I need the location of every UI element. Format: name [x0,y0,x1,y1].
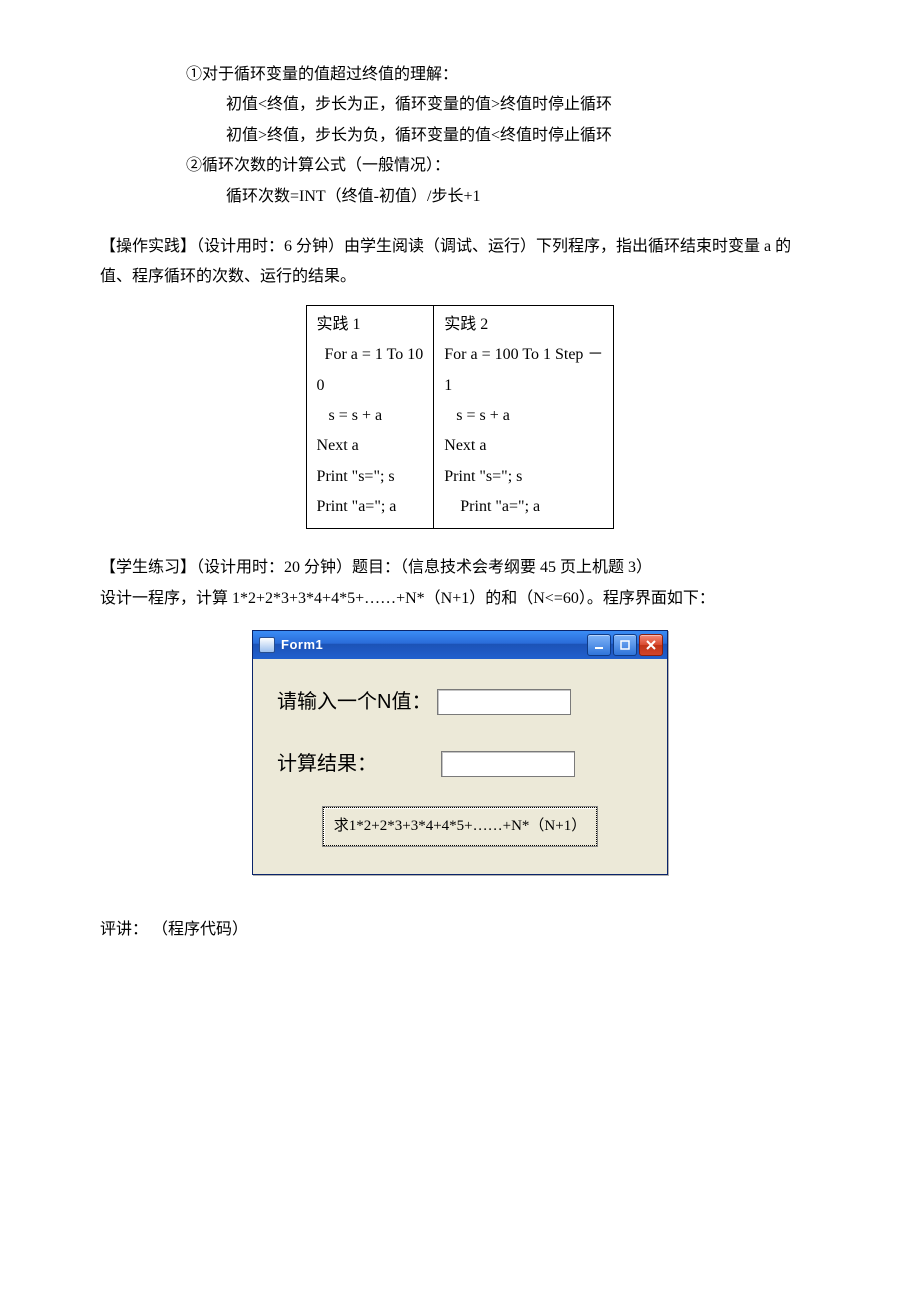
close-button[interactable] [639,634,663,656]
form-sys-icon [259,637,275,653]
practice1-l3: s = s + a [317,401,424,431]
compute-button[interactable]: 求1*2+2*3+3*4+4*5+……+N*（N+1） [323,807,597,846]
practice2-l1: For a = 100 To 1 Step － [444,340,603,370]
footer-text: 评讲： （程序代码） [100,915,820,945]
practice1-l5: Print "s="; s [317,462,424,492]
exercise-intro-1: 【学生练习】（设计用时：20 分钟）题目：（信息技术会考纲要 45 页上机题 3… [100,553,820,583]
practice-table: 实践 1 For a = 1 To 10 0 s = s + a Next a … [306,305,615,530]
note-pt1-line1: 初值<终值，步长为正，循环变量的值>终值时停止循环 [226,90,820,120]
form-title: Form1 [281,633,581,658]
practice1-l1: For a = 1 To 10 [317,340,424,370]
practice2-l5: Print "s="; s [444,462,603,492]
label-result: 计算结果： [277,745,377,783]
maximize-button[interactable] [613,634,637,656]
note-pt1-line2: 初值>终值，步长为负，循环变量的值<终值时停止循环 [226,121,820,151]
minimize-button[interactable] [587,634,611,656]
practice2-l3: s = s + a [444,401,603,431]
practice1-title: 实践 1 [317,310,424,340]
notes-block: ①对于循环变量的值超过终值的理解： 初值<终值，步长为正，循环变量的值>终值时停… [186,60,820,212]
practice2-l6: Print "a="; a [444,492,603,522]
input-n[interactable] [437,689,571,715]
label-n: 请输入一个N值： [277,683,431,721]
practice1-l6: Print "a="; a [317,492,424,522]
note-pt1-header: ①对于循环变量的值超过终值的理解： [186,60,820,90]
practice2-l2: 1 [444,371,603,401]
form-body: 请输入一个N值： 计算结果： 求1*2+2*3+3*4+4*5+……+N*（N+… [253,659,667,874]
input-result[interactable] [441,751,575,777]
vb-form-window: Form1 请输入一个N值： 计算结果： [252,630,668,875]
practice-intro: 【操作实践】（设计用时：6 分钟）由学生阅读（调试、运行）下列程序，指出循环结束… [100,232,820,293]
practice-cell-1: 实践 1 For a = 1 To 10 0 s = s + a Next a … [306,305,434,529]
practice-cell-2: 实践 2 For a = 100 To 1 Step － 1 s = s + a… [434,305,614,529]
practice2-title: 实践 2 [444,310,603,340]
practice1-l4: Next a [317,431,424,461]
practice1-l2: 0 [317,371,424,401]
exercise-intro-2: 设计一程序，计算 1*2+2*3+3*4+4*5+……+N*（N+1）的和（N<… [100,584,820,614]
practice2-l4: Next a [444,431,603,461]
note-pt2-header: ②循环次数的计算公式（一般情况）： [186,151,820,181]
titlebar[interactable]: Form1 [253,631,667,659]
note-pt2-line1: 循环次数=INT（终值-初值）/步长+1 [226,182,820,212]
